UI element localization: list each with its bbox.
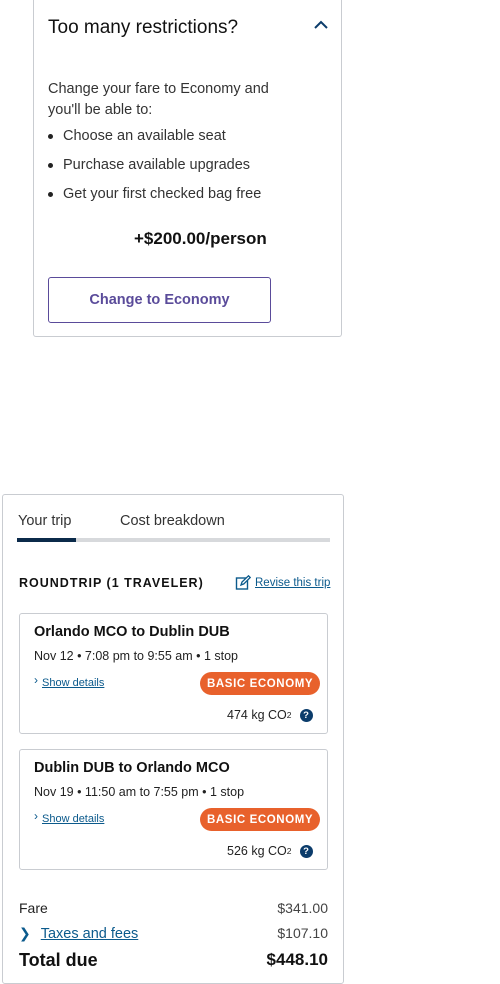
upsell-lead-text: Change your fare to Economy and you'll b… <box>48 81 269 118</box>
fare-class-badge: BASIC ECONOMY <box>200 808 321 831</box>
upsell-title: Too many restrictions? <box>48 17 239 38</box>
chevron-right-icon: ❯ <box>19 925 31 941</box>
change-to-economy-button[interactable]: Change to Economy <box>48 277 271 323</box>
segment-route: Dublin DUB to Orlando MCO <box>34 760 230 776</box>
list-item: Get your first checked bag free <box>48 180 261 209</box>
tab-indicator-track <box>17 538 330 542</box>
show-details-link[interactable]: › Show details <box>34 673 105 689</box>
co2-subscript: 2 <box>286 710 292 720</box>
fare-value: $341.00 <box>277 900 328 916</box>
co2-subscript: 2 <box>286 846 292 856</box>
help-icon[interactable]: ? <box>299 708 313 722</box>
co2-value: 474 kg CO <box>227 708 287 722</box>
flight-segment-return: Dublin DUB to Orlando MCO Nov 19 • 11:50… <box>19 749 328 870</box>
total-label: Total due <box>19 950 98 970</box>
chevron-up-icon[interactable] <box>312 18 330 32</box>
upsell-card: Too many restrictions? Change your fare … <box>33 0 342 337</box>
revise-trip-label: Revise this trip <box>255 577 331 589</box>
list-item: Choose an available seat <box>48 122 261 151</box>
revise-trip-link[interactable]: Revise this trip <box>235 575 330 591</box>
taxes-label: Taxes and fees <box>40 925 139 942</box>
show-details-label: Show details <box>42 677 105 689</box>
co2-emissions: 526 kg CO 2 ? <box>227 844 313 858</box>
upsell-price: +$200.00/person <box>134 229 267 248</box>
tab-your-trip[interactable]: Your trip <box>18 513 71 529</box>
trip-type-heading: ROUNDTRIP (1 TRAVELER) <box>19 576 204 590</box>
list-item: Purchase available upgrades <box>48 151 261 180</box>
flight-segment-outbound: Orlando MCO to Dublin DUB Nov 12 • 7:08 … <box>19 613 328 734</box>
chevron-right-icon: › <box>34 809 38 823</box>
segment-route: Orlando MCO to Dublin DUB <box>34 624 230 640</box>
show-details-label: Show details <box>42 813 105 825</box>
segment-times: Nov 19 • 11:50 am to 7:55 pm • 1 stop <box>34 785 245 799</box>
upsell-benefits-list: Choose an available seat Purchase availa… <box>48 122 261 209</box>
chevron-right-icon: › <box>34 673 38 687</box>
tab-active-indicator <box>17 538 76 542</box>
tab-cost-breakdown[interactable]: Cost breakdown <box>120 513 225 529</box>
fare-class-badge: BASIC ECONOMY <box>200 672 321 695</box>
segment-times: Nov 12 • 7:08 pm to 9:55 am • 1 stop <box>34 649 239 663</box>
total-value: $448.10 <box>266 950 328 969</box>
edit-icon <box>235 575 251 590</box>
show-details-link[interactable]: › Show details <box>34 809 105 825</box>
co2-emissions: 474 kg CO 2 ? <box>227 708 313 722</box>
fare-label: Fare <box>19 900 48 916</box>
co2-value: 526 kg CO <box>227 844 287 858</box>
help-icon[interactable]: ? <box>299 844 313 858</box>
taxes-value: $107.10 <box>277 925 328 941</box>
taxes-and-fees-toggle[interactable]: ❯ Taxes and fees <box>19 925 138 942</box>
trip-summary-card: Your trip Cost breakdown ROUNDTRIP (1 TR… <box>2 494 344 984</box>
